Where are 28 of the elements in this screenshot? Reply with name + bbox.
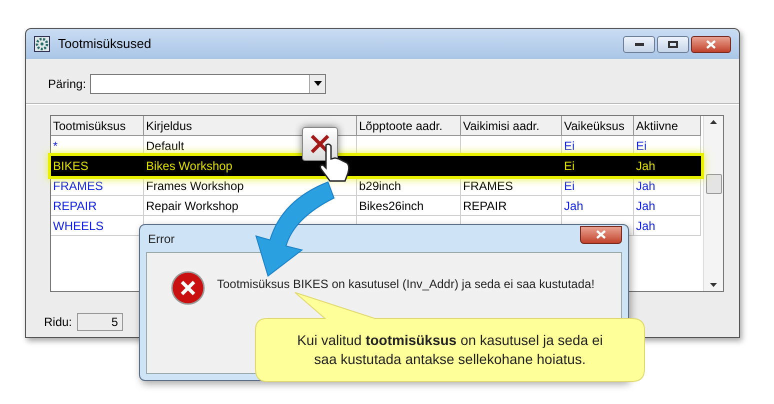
table-row[interactable]: BIKES Bikes Workshop Ei Jah [51,156,701,176]
scroll-thumb[interactable] [706,174,722,194]
window-title: Tootmisüksused [58,35,152,54]
close-button[interactable] [691,36,731,52]
query-dropdown[interactable] [90,74,326,94]
row-count-label: Ridu: [44,314,72,331]
delete-button[interactable] [302,127,338,161]
maximize-button[interactable] [657,36,689,52]
minimize-button[interactable] [623,36,655,52]
table-cell: Ei [562,156,634,176]
error-message: Tootmisüksus BIKES on kasutusel (Inv_Addr) ja seda ei saa kustutada! [217,276,595,293]
table-cell: Jah [634,216,701,236]
row-count-field: 5 [77,313,124,331]
table-cell: BIKES [51,156,144,176]
query-label: Päring: [48,76,86,92]
dropdown-arrow-icon[interactable] [314,81,322,86]
dialog-close-button[interactable] [580,226,622,244]
scrollbar[interactable] [703,116,723,291]
close-icon [706,40,716,48]
close-icon [596,230,606,239]
scroll-down-icon[interactable] [710,283,717,287]
gear-icon [34,36,50,52]
table-cell: Jah [634,156,701,176]
error-icon [171,271,205,305]
scroll-up-icon[interactable] [710,120,717,124]
callout-text: Kui valitud tootmisüksus on kasutusel ja seda ei saa kustutada antakse sellekohane hoiatus. [296,331,604,369]
table-row[interactable]: REPAIR Repair Workshop Bikes26inch REPAIR Jah Jah [51,196,701,216]
delete-icon [310,134,330,154]
